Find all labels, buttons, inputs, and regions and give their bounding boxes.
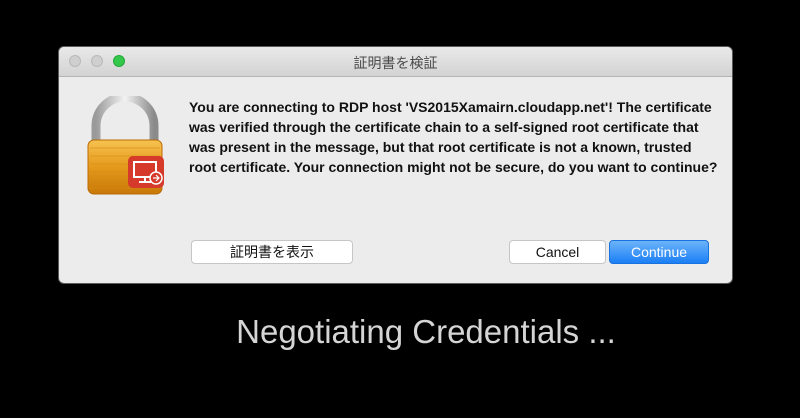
cancel-button[interactable]: Cancel (509, 240, 606, 264)
lock-icon (84, 92, 166, 196)
dialog-title: 証明書を検証 (353, 55, 438, 71)
status-text: Negotiating Credentials ... (236, 313, 616, 350)
certificate-dialog: 証明書を検証 You are connecting to RDP host 'V… (59, 47, 732, 283)
remote-desktop-badge-icon (128, 156, 164, 188)
continue-button[interactable]: Continue (609, 240, 709, 264)
dialog-titlebar[interactable]: 証明書を検証 (59, 47, 732, 77)
show-certificate-button[interactable]: 証明書を表示 (191, 240, 353, 264)
dialog-message: You are connecting to RDP host 'VS2015Xa… (189, 99, 718, 175)
